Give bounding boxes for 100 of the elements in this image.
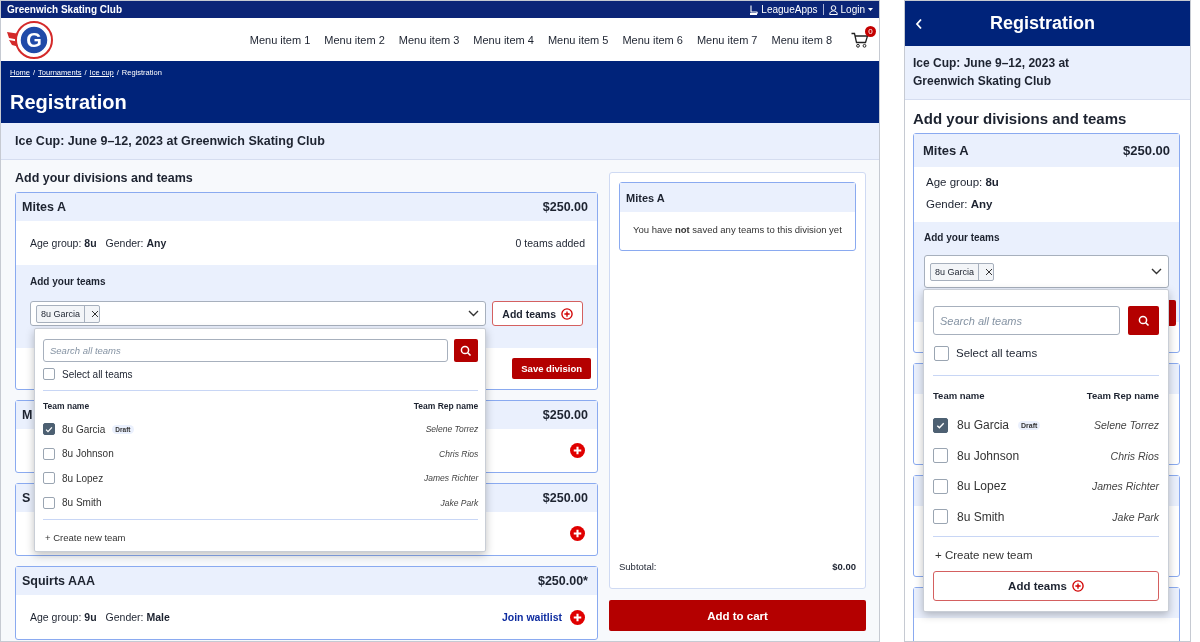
menu-item[interactable]: Menu item 6: [615, 33, 690, 46]
column-header: Team name: [43, 401, 90, 411]
division-price: $250.00: [1123, 143, 1170, 158]
create-team-link[interactable]: + Create new team: [933, 541, 1159, 571]
chevron-down-icon[interactable]: [1151, 268, 1162, 275]
checkbox[interactable]: [43, 368, 55, 380]
team-rep-name: Chris Rios: [439, 448, 479, 459]
team-rep-name: Selene Torrez: [1094, 419, 1159, 432]
plus-circle-icon: [561, 307, 573, 320]
event-title: Ice Cup: June 9–12, 2023 at Greenwich Skating Club: [1, 123, 879, 160]
close-icon[interactable]: [985, 267, 994, 276]
search-field[interactable]: Search all teams: [43, 339, 449, 362]
team-name: 8u Smith: [62, 497, 102, 509]
search-field[interactable]: Search all teams: [933, 306, 1120, 335]
checkbox[interactable]: [933, 448, 948, 464]
menu-item[interactable]: Menu item 3: [391, 33, 467, 46]
menu-item[interactable]: Menu item 7: [689, 33, 765, 46]
skate-icon: [749, 4, 759, 15]
menu-item[interactable]: Menu item 8: [764, 33, 839, 46]
page-title: Registration: [989, 13, 1096, 34]
team-name: 8u Garcia: [957, 418, 1010, 433]
team-name: 8u Johnson: [957, 448, 1020, 463]
add-to-cart-button[interactable]: Add to cart: [609, 600, 866, 631]
close-icon[interactable]: [91, 309, 100, 318]
division-name: M: [22, 408, 33, 422]
join-waitlist-link[interactable]: Join waitlist: [501, 611, 562, 623]
division-name: Mites A: [22, 200, 66, 214]
user-icon: [828, 4, 838, 15]
checkbox[interactable]: [43, 496, 55, 509]
section-title: Add your divisions and teams: [15, 171, 194, 185]
team-name: 8u Johnson: [62, 448, 114, 460]
checkbox[interactable]: [43, 447, 55, 460]
menu-item[interactable]: Menu item 4: [466, 33, 541, 46]
checkbox[interactable]: [43, 423, 55, 436]
checkbox-label: Select all teams: [62, 368, 133, 380]
team-rep-name: James Richter: [424, 473, 479, 484]
checkbox[interactable]: [934, 345, 949, 361]
team-name: 8u Lopez: [62, 472, 104, 484]
team-name: 8u Smith: [957, 509, 1005, 524]
brand-link[interactable]: LeagueApps: [761, 4, 818, 15]
division-price: $250.00: [542, 200, 588, 214]
division-name: Mites A: [626, 191, 665, 204]
age-group: Age group: 8u: [926, 176, 1167, 188]
team-chip[interactable]: 8u Garcia: [36, 304, 101, 323]
search-icon: [1137, 314, 1150, 327]
create-team-link[interactable]: + Create new team: [43, 524, 479, 543]
search-button[interactable]: [454, 339, 479, 362]
division-name: Mites A: [923, 143, 969, 158]
column-header: Team Rep name: [1086, 389, 1159, 401]
age-group: Age group: 8u: [30, 237, 97, 249]
team-name: 8u Lopez: [957, 479, 1007, 494]
add-teams-button[interactable]: Add teams: [492, 301, 583, 326]
team-name: 8u Garcia: [62, 423, 106, 435]
division-name: S: [22, 491, 31, 505]
empty-message: You have not saved any teams to this division yet: [632, 223, 843, 237]
cart-count-badge: 0: [865, 25, 876, 37]
team-chip[interactable]: 8u Garcia: [930, 262, 995, 281]
gender: Gender: Male: [105, 611, 170, 623]
field-label: Add your teams: [924, 232, 1001, 243]
checkbox[interactable]: [933, 417, 948, 433]
teams-added-count: 0 teams added: [515, 237, 585, 249]
caret-icon: [868, 8, 873, 11]
team-rep-name: Selene Torrez: [425, 424, 479, 435]
team-rep-name: Jake Park: [440, 497, 479, 508]
search-button[interactable]: [1128, 306, 1159, 335]
plus-circle-icon[interactable]: [570, 609, 585, 625]
menu-item[interactable]: Menu item 1: [242, 33, 318, 46]
plus-circle-icon[interactable]: [570, 526, 585, 541]
menu-item[interactable]: Menu item 5: [540, 33, 616, 46]
gender: Gender: Any: [105, 237, 167, 249]
checkbox[interactable]: [933, 509, 948, 525]
login-link[interactable]: Login: [840, 4, 865, 15]
team-rep-name: Chris Rios: [1110, 449, 1159, 462]
menu-item[interactable]: Menu item 2: [317, 33, 392, 46]
page-title: Registration: [10, 91, 128, 114]
column-header: Team Rep name: [413, 401, 479, 411]
checkbox[interactable]: [43, 472, 55, 485]
search-icon: [460, 344, 473, 357]
back-icon[interactable]: [915, 17, 923, 30]
site-name: Greenwich Skating Club: [7, 4, 123, 15]
age-group: Age group: 9u: [30, 611, 97, 623]
plus-circle-icon[interactable]: [570, 443, 585, 458]
division-price: $250.00*: [537, 574, 588, 588]
team-rep-name: James Richter: [1091, 480, 1159, 493]
team-select[interactable]: 8u Garcia: [30, 301, 487, 326]
checkbox[interactable]: [933, 478, 948, 494]
add-teams-button[interactable]: Add teams: [933, 571, 1159, 601]
division-price: $250.00: [542, 491, 588, 505]
division-price: $250.00: [542, 408, 588, 422]
team-select[interactable]: 8u Garcia: [924, 255, 1169, 288]
save-division-button[interactable]: Save division: [512, 358, 591, 379]
section-title: Add your divisions and teams: [912, 109, 1128, 129]
cart-icon[interactable]: [851, 31, 869, 48]
gender: Gender: Any: [926, 198, 994, 210]
team-rep-name: Jake Park: [1112, 510, 1159, 523]
subtotal-label: Subtotal:: [619, 561, 657, 574]
field-label: Add your teams: [30, 276, 107, 287]
checkbox-label: Select all teams: [956, 347, 1038, 359]
plus-circle-icon: [1071, 580, 1084, 592]
chevron-down-icon[interactable]: [468, 310, 480, 317]
